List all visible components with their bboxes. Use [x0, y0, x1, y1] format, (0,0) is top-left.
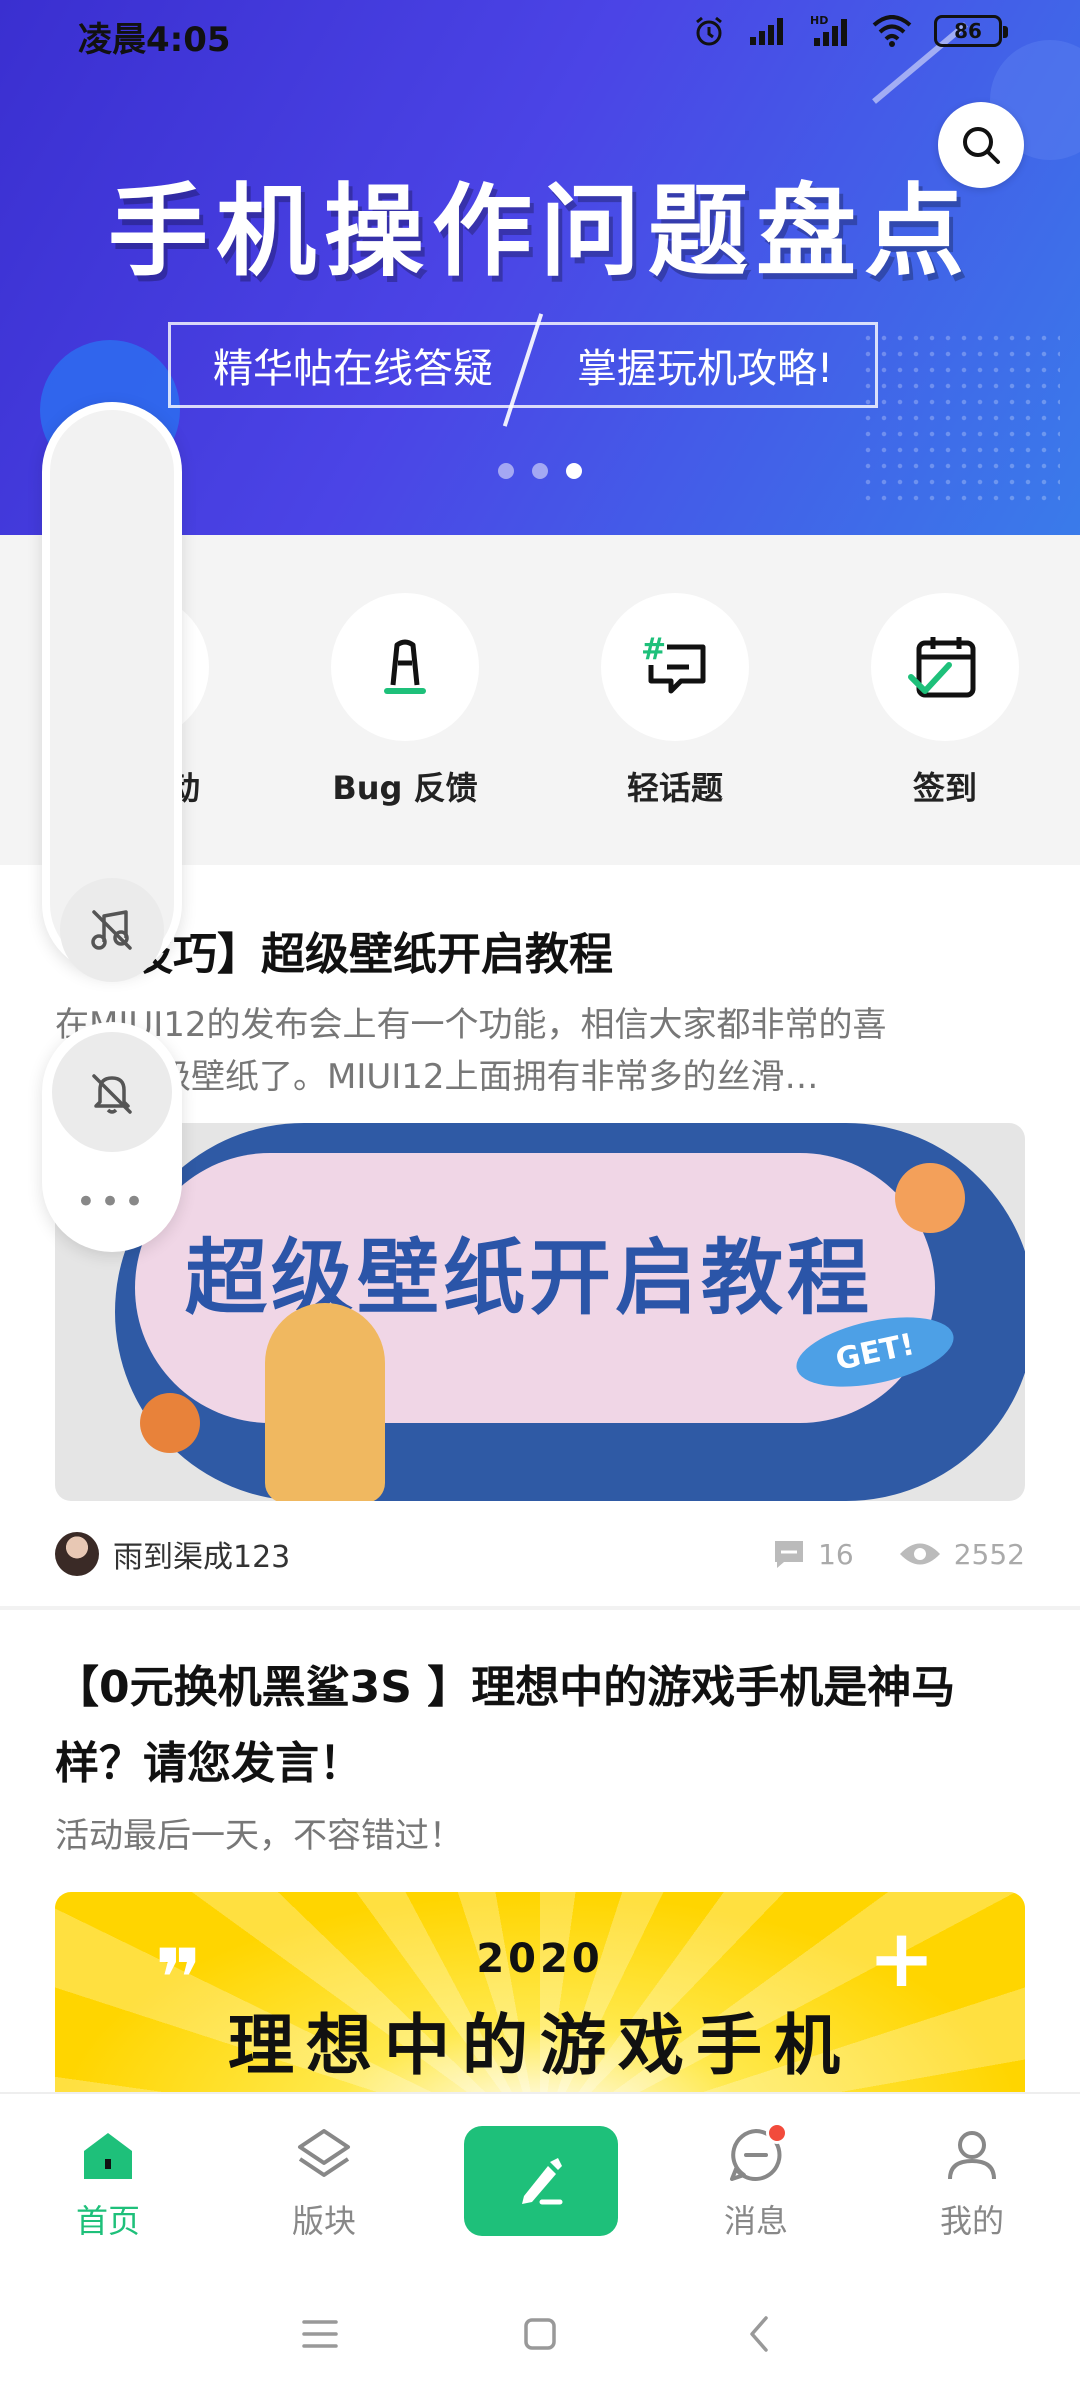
battery-indicator: 86	[934, 15, 1008, 47]
quick-entry-circle	[871, 593, 1019, 741]
tab-home[interactable]: 首页	[38, 2122, 178, 2242]
svg-text:#: #	[641, 632, 666, 667]
quick-entry-circle	[331, 593, 479, 741]
post-title[interactable]: 机技巧】超级壁纸开启教程	[55, 917, 1025, 993]
avatar[interactable]	[55, 1532, 99, 1576]
eye-icon	[899, 1543, 940, 1565]
status-bar: 凌晨4:05 HD 86	[0, 0, 1080, 68]
post-image[interactable]: ❞ + 2020 理想中的游戏手机	[55, 1892, 1025, 2100]
mute-notification-button[interactable]	[52, 1032, 172, 1152]
profile-icon	[948, 2131, 996, 2180]
banner-decoration	[860, 330, 1060, 510]
layers-icon	[298, 2129, 350, 2177]
tab-label: 消息	[723, 2202, 788, 2240]
topic-icon: #	[641, 632, 706, 694]
banner-divider	[502, 313, 544, 427]
quick-entry-topic[interactable]: # 轻话题	[600, 593, 750, 809]
compose-post-button[interactable]	[464, 2126, 618, 2236]
menu-icon[interactable]	[300, 2316, 340, 2352]
more-options-icon[interactable]: •••	[42, 1182, 182, 1222]
home-icon	[84, 2133, 132, 2179]
paw-decoration	[895, 1163, 965, 1233]
search-button[interactable]	[938, 102, 1024, 188]
paw-decoration	[140, 1393, 200, 1453]
tab-label: 版块	[291, 2202, 356, 2240]
tab-label: 首页	[75, 2202, 140, 2240]
quick-entry-check-in[interactable]: 签到	[870, 593, 1020, 809]
post-excerpt-line: 在MIUI12的发布会上有一个功能，相信大家都非常的喜	[55, 1005, 887, 1045]
quick-entry-bug-feedback[interactable]: Bug 反馈	[330, 593, 480, 809]
comment-count: 16	[818, 1537, 854, 1571]
post-card[interactable]: 【0元换机黑鲨3S 】理想中的游戏手机是神马样？请您发言！ 活动最后一天，不容错…	[0, 1610, 1080, 2100]
post-image-text: 理想中的游戏手机	[228, 2007, 852, 2084]
mute-music-button[interactable]	[60, 878, 164, 982]
quick-entry-circle: #	[601, 593, 749, 741]
search-icon	[963, 127, 1000, 164]
quick-entry-label: 签到	[912, 769, 977, 807]
tab-label: 我的	[939, 2202, 1004, 2240]
tab-messages[interactable]: 消息	[686, 2122, 826, 2242]
signal-icon	[750, 18, 783, 45]
check-in-icon	[908, 637, 976, 698]
wifi-icon	[872, 15, 912, 47]
home-square-icon[interactable]	[520, 2314, 560, 2354]
post-title[interactable]: 【0元换机黑鲨3S 】理想中的游戏手机是神马样？请您发言！	[55, 1650, 1025, 1802]
back-icon[interactable]	[740, 2314, 780, 2354]
post-stats: 16 2552	[772, 1538, 1025, 1571]
carousel-dot[interactable]	[498, 463, 514, 479]
post-image[interactable]: 超级壁纸开启教程 GET!	[55, 1123, 1025, 1501]
quick-entry-label: 轻话题	[626, 769, 723, 807]
tab-profile[interactable]: 我的	[902, 2122, 1042, 2242]
post-image-text: 超级壁纸开启教程	[185, 1231, 874, 1326]
floating-sidebar-actions[interactable]: •••	[42, 1022, 182, 1252]
banner-subtitle-right: 掌握玩机攻略!	[576, 346, 833, 392]
quick-entry-label: Bug 反馈	[332, 769, 478, 807]
status-time: 凌晨4:05	[78, 20, 231, 60]
comment-icon	[775, 1541, 804, 1568]
post-image-year: 2020	[476, 1936, 604, 1982]
floating-sidebar[interactable]	[42, 402, 182, 982]
status-icons: HD 86	[692, 14, 1008, 48]
post-meta: 雨到渠成123 16 2552	[55, 1530, 1025, 1578]
post-excerpt: 活动最后一天，不容错过！	[55, 1816, 463, 1856]
bottom-tab-bar: 首页 版块 消息 我的	[0, 2092, 1080, 2268]
carousel-dot-active[interactable]	[566, 463, 582, 479]
carousel-dot[interactable]	[532, 463, 548, 479]
music-off-icon	[91, 910, 132, 950]
banner-title: 手机操作问题盘点	[108, 173, 972, 290]
compose-icon	[522, 2158, 563, 2205]
post-excerpt: 在MIUI12的发布会上有一个功能，相信大家都非常的喜 就是超级壁纸了。MIUI…	[55, 999, 1025, 1103]
hd-label: HD	[810, 14, 828, 27]
author-name[interactable]: 雨到渠成123	[113, 1532, 290, 1576]
alarm-icon	[696, 16, 722, 46]
cat-illustration	[265, 1303, 385, 1501]
post-excerpt-line: 就是超级壁纸了。MIUI12上面拥有非常多的丝滑…	[55, 1057, 819, 1097]
unread-badge	[766, 2122, 788, 2144]
banner-subtitle-left: 精华帖在线答疑	[212, 346, 493, 392]
bug-feedback-icon	[384, 639, 426, 694]
view-count: 2552	[953, 1537, 1025, 1571]
bell-off-icon	[92, 1074, 132, 1114]
signal-hd-icon: HD	[810, 14, 847, 46]
banner-subtitle: 精华帖在线答疑 掌握玩机攻略!	[168, 313, 878, 427]
system-navigation-bar	[0, 2268, 1080, 2400]
tab-sections[interactable]: 版块	[254, 2122, 394, 2242]
post-card[interactable]: 机技巧】超级壁纸开启教程 在MIUI12的发布会上有一个功能，相信大家都非常的喜…	[0, 865, 1080, 1610]
